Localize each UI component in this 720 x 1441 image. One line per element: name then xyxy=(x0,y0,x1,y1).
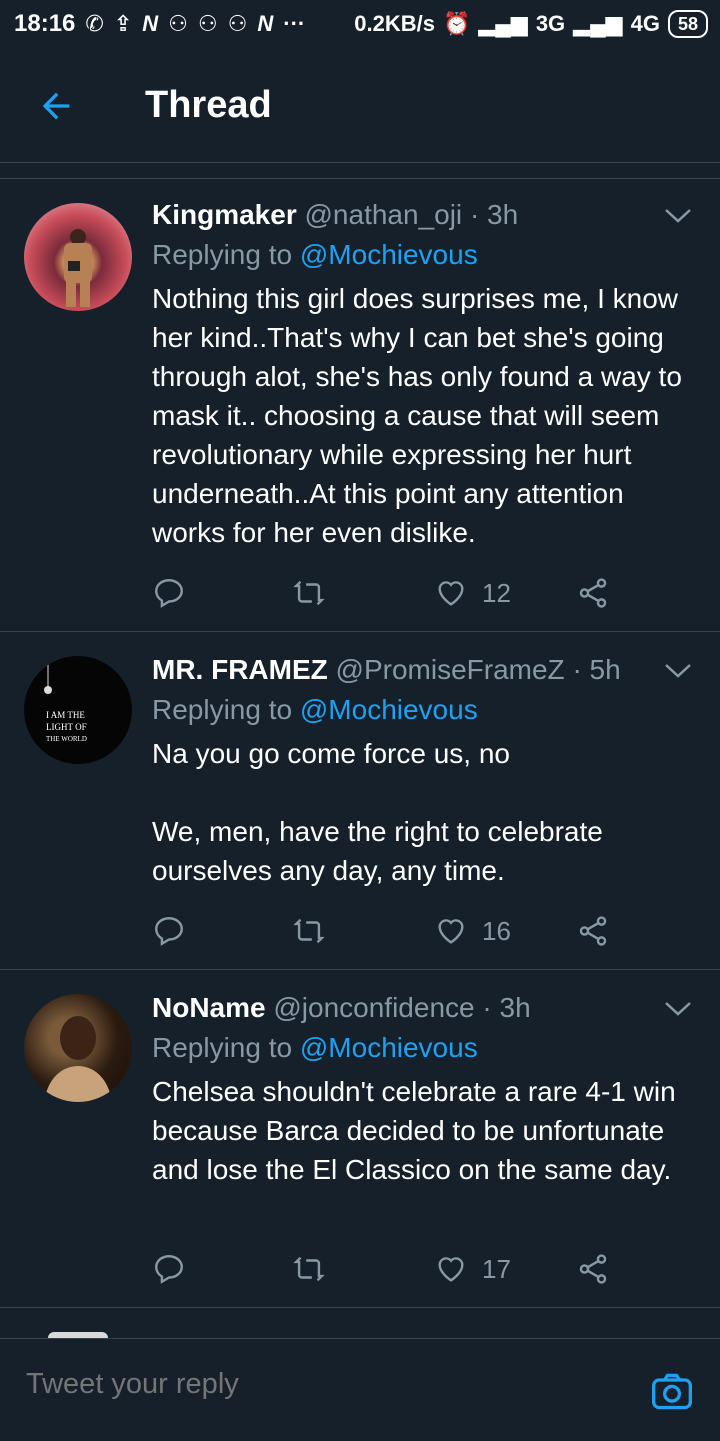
share-icon xyxy=(579,1254,607,1284)
tweet-item[interactable]: NoName @jonconfidence · 3h Replying to @… xyxy=(0,970,720,1308)
like-count: 16 xyxy=(482,915,511,946)
notification-n-icon-2: N xyxy=(257,11,274,36)
svg-text:LIGHT OF: LIGHT OF xyxy=(46,722,87,732)
tweet-item[interactable]: Kingmaker @nathan_oji · 3h Replying to @… xyxy=(0,179,720,632)
like-count: 12 xyxy=(482,577,511,608)
svg-text:THE WORLD: THE WORLD xyxy=(46,735,87,743)
author-name[interactable]: Kingmaker xyxy=(152,199,297,230)
author-handle[interactable]: @jonconfidence xyxy=(273,992,474,1023)
share-icon xyxy=(579,578,607,608)
retweet-icon xyxy=(293,580,325,606)
avatar[interactable]: I AM THE LIGHT OF THE WORLD xyxy=(24,656,132,764)
camera-icon[interactable] xyxy=(650,1369,694,1413)
comment-icon xyxy=(155,579,183,608)
signal-icon: ▂▄▆ xyxy=(478,11,528,36)
chevron-down-icon[interactable] xyxy=(664,662,692,680)
next-tweet-peek xyxy=(0,1326,720,1338)
status-right: 0.2KB/s ⏰ ▂▄▆ 3G ▂▄▆ 4G 58 xyxy=(354,10,708,38)
reply-input[interactable] xyxy=(24,1367,608,1402)
heart-icon xyxy=(438,919,464,944)
retweet-button[interactable] xyxy=(292,911,326,951)
net-speed: 0.2KB/s xyxy=(354,11,435,36)
avatar-figure-icon xyxy=(64,229,92,307)
mention-link[interactable]: @Mochievous xyxy=(300,1032,478,1063)
back-arrow-icon[interactable] xyxy=(36,86,76,126)
share-icon xyxy=(579,916,607,946)
tweet-time: · 3h xyxy=(469,199,519,230)
reply-button[interactable] xyxy=(152,911,186,951)
chevron-down-icon[interactable] xyxy=(664,207,692,225)
add-user-icon-2: ⚇ xyxy=(197,11,218,36)
upload-icon: ⇪ xyxy=(113,11,133,36)
add-user-icon-3: ⚇ xyxy=(227,11,248,36)
tweet-time: · 5h xyxy=(572,654,621,685)
replying-to: Replying to @Mochievous xyxy=(152,235,690,275)
avatar-bulb-icon: I AM THE LIGHT OF THE WORLD xyxy=(44,662,87,743)
whatsapp-icon: ✆ xyxy=(85,11,104,36)
share-button[interactable] xyxy=(576,911,610,951)
tweet-time: · 3h xyxy=(482,992,531,1023)
chevron-down-icon[interactable] xyxy=(664,1000,692,1018)
author-name[interactable]: MR. FRAMEZ xyxy=(152,654,328,685)
share-button[interactable] xyxy=(576,1249,610,1289)
status-left: 18:16 ✆ ⇪ N ⚇ ⚇ ⚇ N ··· xyxy=(14,10,305,38)
replying-to: Replying to @Mochievous xyxy=(152,1028,690,1068)
tweet-text: Chelsea shouldn't celebrate a rare 4-1 w… xyxy=(152,1076,684,1185)
reply-button[interactable] xyxy=(152,1249,186,1289)
retweet-icon xyxy=(293,1256,325,1282)
heart-icon xyxy=(438,1257,464,1282)
avatar[interactable] xyxy=(24,203,132,311)
avatar[interactable] xyxy=(24,994,132,1102)
author-handle[interactable]: @nathan_oji xyxy=(305,199,463,230)
svg-text:I AM THE: I AM THE xyxy=(46,710,85,720)
reply-composer xyxy=(0,1338,720,1441)
battery-indicator: 58 xyxy=(667,10,708,38)
replying-prefix: Replying to xyxy=(152,694,293,725)
mention-link[interactable]: @Mochievous xyxy=(300,239,478,270)
avatar-person-icon xyxy=(44,1016,112,1102)
tweet-text: Na you go come force us, no We, men, hav… xyxy=(152,738,603,886)
network-3g: 3G xyxy=(535,11,566,36)
author-handle[interactable]: @PromiseFrameZ xyxy=(336,654,565,685)
tweet-item[interactable]: I AM THE LIGHT OF THE WORLD MR. FRAMEZ @… xyxy=(0,632,720,970)
comment-icon xyxy=(155,917,183,946)
more-dots-icon: ··· xyxy=(283,11,306,36)
like-button[interactable]: 12 xyxy=(434,573,511,613)
retweet-icon xyxy=(293,918,325,944)
tweet-text: Nothing this girl does surprises me, I k… xyxy=(152,283,690,548)
replying-prefix: Replying to xyxy=(152,239,293,270)
status-time: 18:16 xyxy=(14,10,76,37)
like-button[interactable]: 17 xyxy=(434,1249,511,1289)
tweet-meta: MR. FRAMEZ @PromiseFrameZ · 5h xyxy=(152,650,690,690)
replying-to: Replying to @Mochievous xyxy=(152,690,690,730)
replying-prefix: Replying to xyxy=(152,1032,293,1063)
add-user-icon: ⚇ xyxy=(168,11,188,36)
retweet-button[interactable] xyxy=(292,573,326,613)
tweet-meta: NoName @jonconfidence · 3h xyxy=(152,988,690,1028)
reply-button[interactable] xyxy=(152,573,186,613)
thread-header: Thread xyxy=(0,52,720,163)
page-title: Thread xyxy=(145,84,272,126)
tweet-meta: Kingmaker @nathan_oji · 3h xyxy=(152,195,690,235)
author-name[interactable]: NoName xyxy=(152,992,266,1023)
retweet-button[interactable] xyxy=(292,1249,326,1289)
heart-icon xyxy=(438,581,464,606)
mention-link[interactable]: @Mochievous xyxy=(300,694,478,725)
signal-icon-2: ▂▄▆ xyxy=(573,11,623,36)
network-4g: 4G xyxy=(630,11,660,36)
like-count: 17 xyxy=(482,1253,511,1284)
comment-icon xyxy=(155,1255,183,1284)
like-button[interactable]: 16 xyxy=(434,911,511,951)
alarm-icon: ⏰ xyxy=(442,11,471,36)
share-button[interactable] xyxy=(576,573,610,613)
notification-n-icon: N xyxy=(142,11,159,36)
status-bar: 18:16 ✆ ⇪ N ⚇ ⚇ ⚇ N ··· 0.2KB/s ⏰ ▂▄▆ 3G… xyxy=(0,0,720,52)
